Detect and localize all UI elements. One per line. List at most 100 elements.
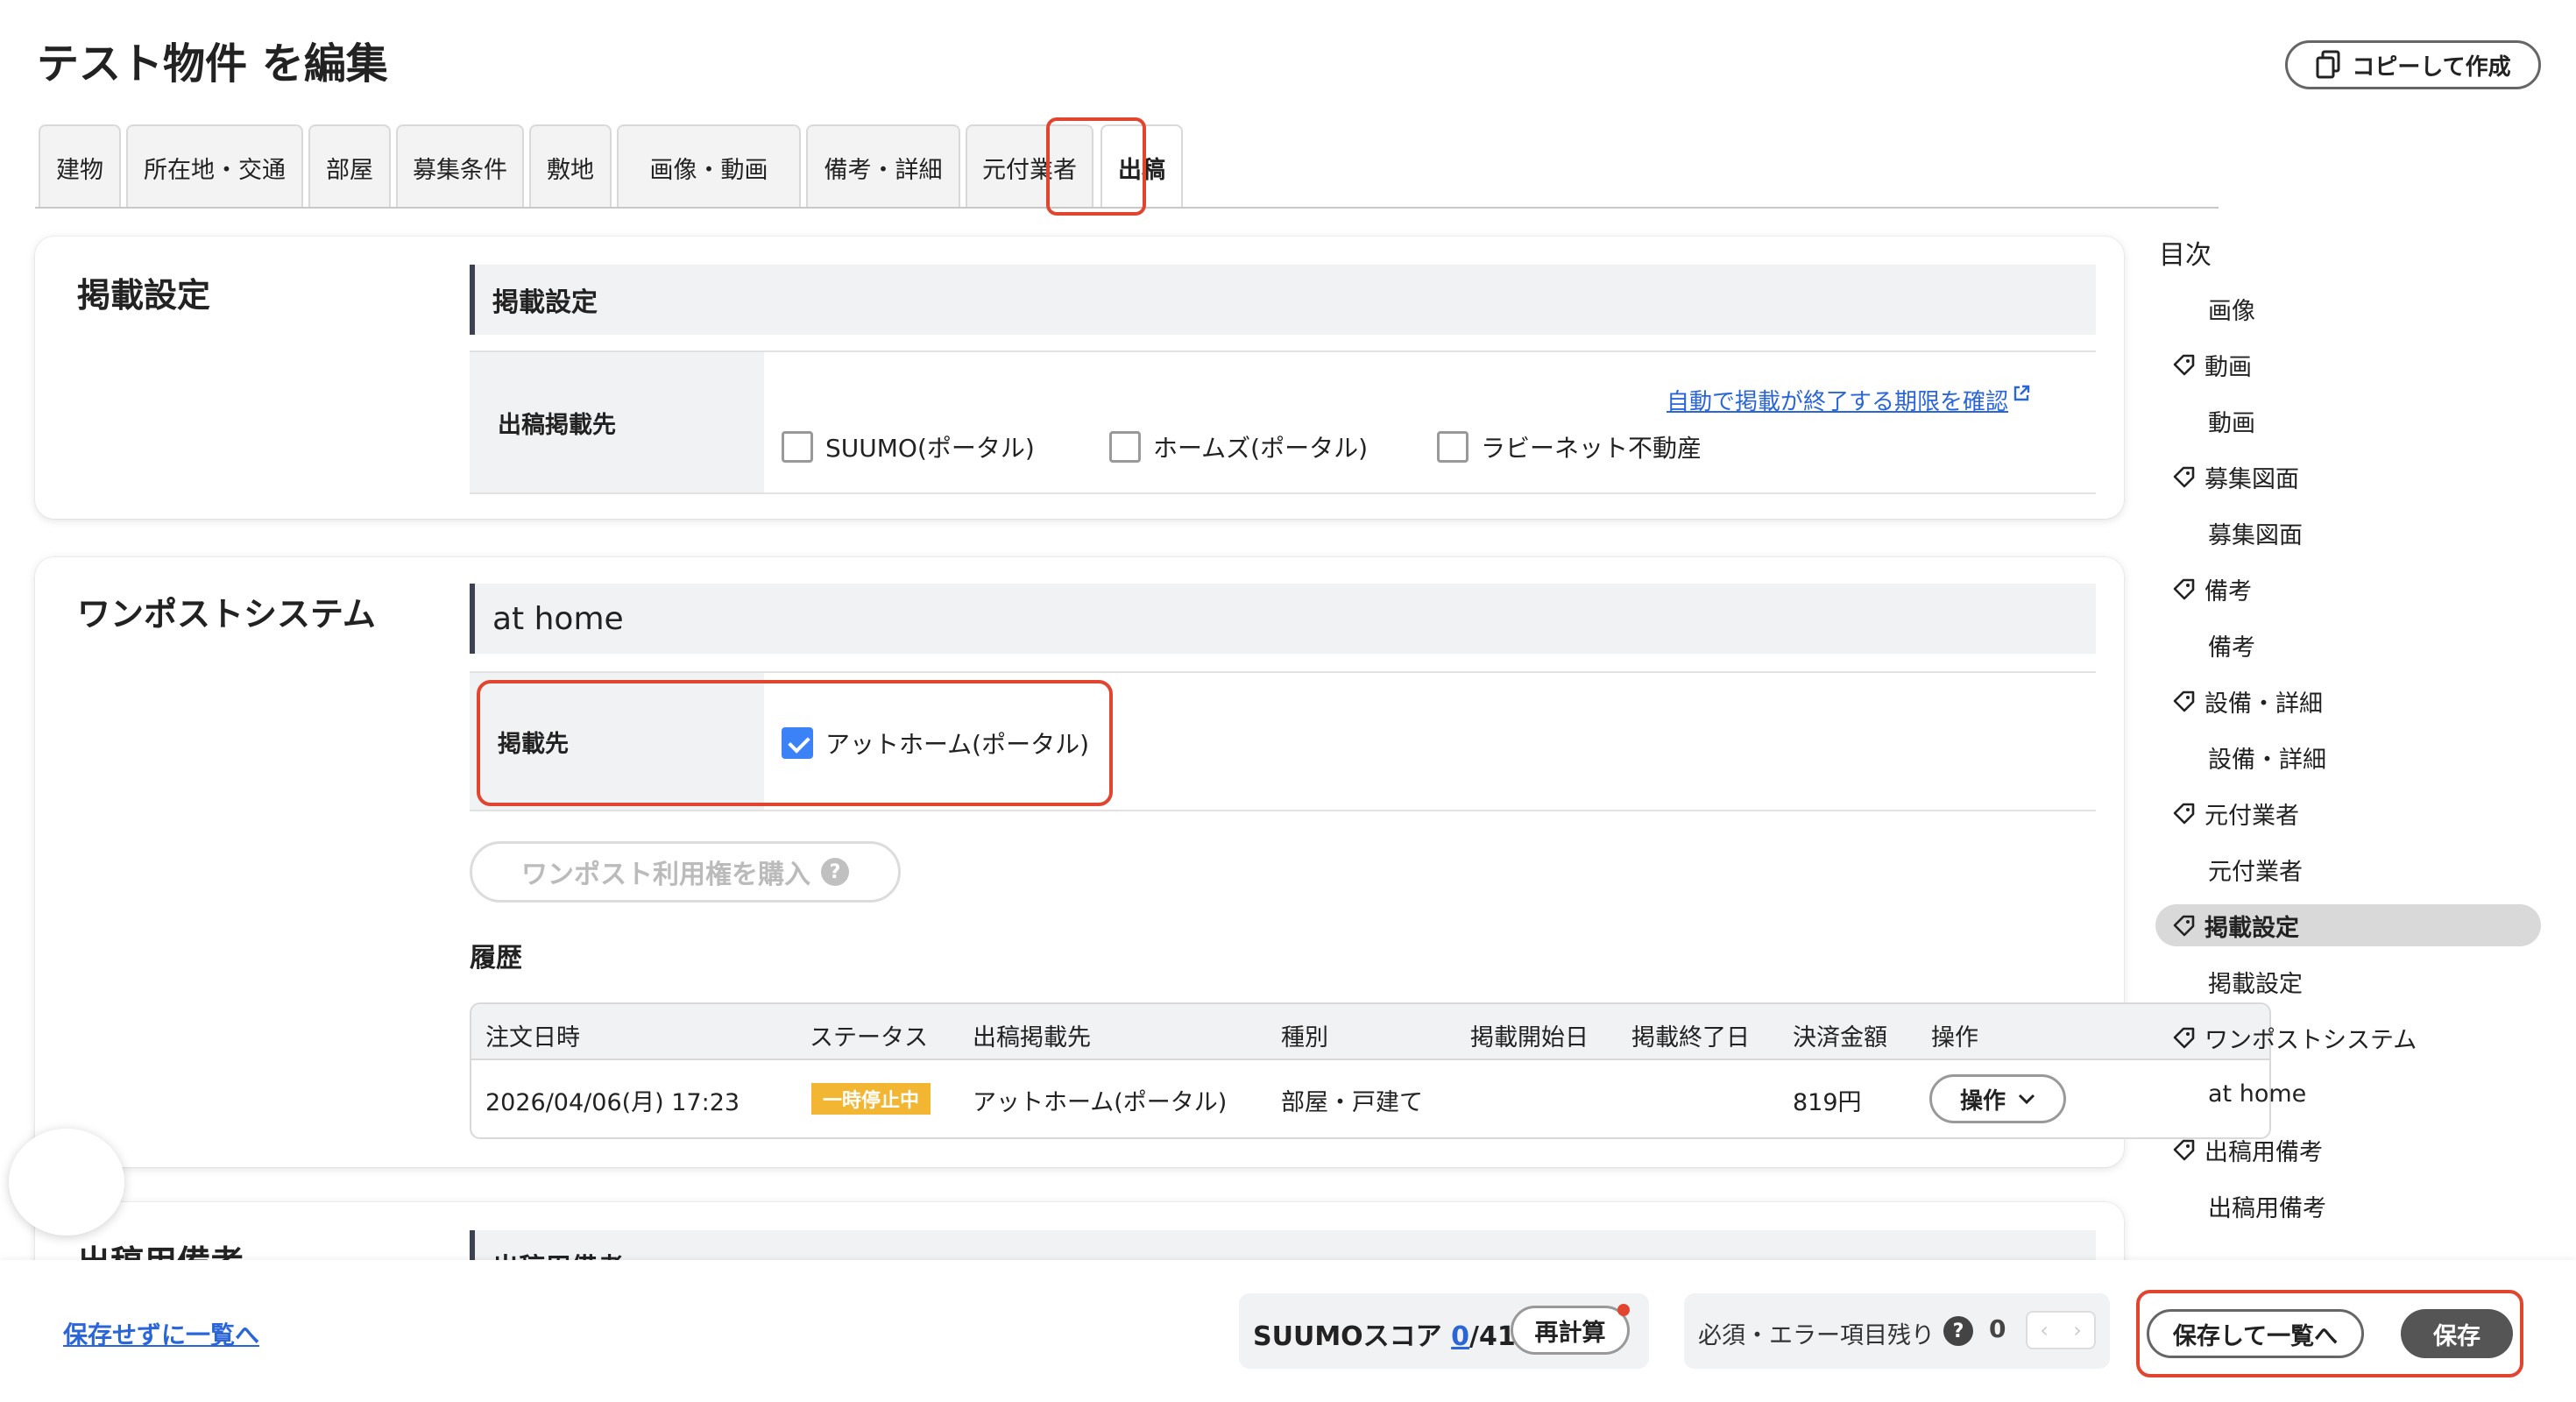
- toc-item-label: 設備・詳細: [2204, 690, 2323, 718]
- score-current[interactable]: 0: [1451, 1321, 1469, 1352]
- col-start: 掲載開始日: [1470, 1024, 1589, 1052]
- help-icon: ?: [821, 858, 849, 886]
- purchase-onepost-button[interactable]: ワンポスト利用権を購入 ?: [470, 841, 901, 903]
- toc-item[interactable]: 備考: [2155, 624, 2541, 666]
- toc-item[interactable]: 出稿用備考: [2155, 1185, 2541, 1227]
- tab-conditions[interactable]: 募集条件: [396, 124, 524, 209]
- athome-section-header: at home: [470, 584, 2096, 654]
- action-button-label: 操作: [1959, 1087, 2006, 1115]
- toc-item[interactable]: 設備・詳細: [2155, 736, 2541, 778]
- tag-icon: [2173, 803, 2195, 825]
- toc-item-label: 募集図面: [2208, 521, 2303, 549]
- toc-item-label: 設備・詳細: [2208, 746, 2326, 774]
- publish-destination-label: 出稿掲載先: [470, 352, 764, 492]
- purchase-button-label: ワンポスト利用権を購入: [521, 860, 810, 890]
- col-status: ステータス: [810, 1024, 928, 1052]
- rabbynet-option[interactable]: ラビーネット不動産: [1437, 429, 1702, 464]
- tag-icon: [2173, 690, 2195, 712]
- col-amount: 決済金額: [1793, 1024, 1887, 1052]
- toc-item[interactable]: 元付業者: [2155, 792, 2541, 834]
- tab-site[interactable]: 敷地: [529, 124, 612, 209]
- toc-heading: 目次: [2159, 240, 2212, 271]
- col-action: 操作: [1931, 1024, 1978, 1052]
- expiry-link-label: 自動で掲載が終了する期限を確認: [1667, 389, 2009, 415]
- expiry-check-link[interactable]: 自動で掲載が終了する期限を確認: [1667, 384, 2031, 416]
- listing-settings-title: 掲載設定: [77, 276, 211, 315]
- remaining-label: 必須・エラー項目残り: [1698, 1322, 1935, 1349]
- remaining-errors-box: 必須・エラー項目残り ? 0 ‹ ›: [1684, 1293, 2110, 1369]
- active-tab-highlight: [1046, 117, 1146, 216]
- listing-settings-card: 掲載設定 掲載設定 出稿掲載先 自動で掲載が終了する期限を確認 SUUMO(ポー…: [35, 237, 2124, 519]
- toc-item[interactable]: 募集図面: [2155, 512, 2541, 554]
- tab-location[interactable]: 所在地・交通: [126, 124, 303, 209]
- history-action-button[interactable]: 操作: [1929, 1074, 2066, 1123]
- toc-item-label: 画像: [2208, 297, 2255, 325]
- tag-icon: [2173, 1139, 2195, 1161]
- toc-item-label: 元付業者: [2208, 858, 2303, 886]
- tag-icon: [2173, 1027, 2195, 1049]
- history-table: 注文日時 ステータス 出稿掲載先 種別 掲載開始日 掲載終了日 決済金額 操作 …: [470, 1002, 2271, 1139]
- history-destination: アットホーム(ポータル): [973, 1089, 1228, 1116]
- rabbynet-checkbox[interactable]: [1437, 431, 1468, 463]
- prev-icon[interactable]: ‹: [2040, 1318, 2049, 1342]
- toc-item[interactable]: 出稿用備考: [2155, 1129, 2541, 1171]
- tab-remarks[interactable]: 備考・詳細: [806, 124, 960, 209]
- tab-media[interactable]: 画像・動画: [617, 124, 801, 209]
- back-to-list-link[interactable]: 保存せずに一覧へ: [63, 1316, 259, 1351]
- toc-item[interactable]: 掲載設定: [2155, 960, 2541, 1002]
- history-amount: 819円: [1793, 1089, 1862, 1116]
- toc-item-label: 掲載設定: [2208, 970, 2303, 998]
- homes-checkbox[interactable]: [1109, 431, 1141, 463]
- col-destination: 出稿掲載先: [973, 1024, 1091, 1052]
- col-type: 種別: [1281, 1024, 1328, 1052]
- save-button[interactable]: 保存: [2401, 1309, 2513, 1358]
- history-type: 部屋・戸建て: [1281, 1089, 1423, 1116]
- toc-item[interactable]: at home: [2155, 1073, 2541, 1115]
- homes-label: ホームズ(ポータル): [1153, 434, 1369, 463]
- history-title: 履歴: [470, 943, 522, 974]
- page-title: テスト物件 を編集: [37, 39, 388, 89]
- help-icon[interactable]: ?: [1943, 1316, 1973, 1346]
- recalculate-button[interactable]: 再計算: [1511, 1306, 1630, 1355]
- toc-item-label: 備考: [2204, 577, 2252, 605]
- toc-item[interactable]: ワンポストシステム: [2155, 1016, 2541, 1059]
- toc-item[interactable]: 備考: [2155, 568, 2541, 610]
- suumo-checkbox[interactable]: [782, 431, 813, 463]
- toc-item-label: 備考: [2208, 634, 2255, 662]
- floating-action-button[interactable]: [9, 1129, 124, 1236]
- toc-item[interactable]: 募集図面: [2155, 456, 2541, 498]
- copy-icon: [2316, 50, 2340, 79]
- toc-item[interactable]: 掲載設定: [2155, 904, 2541, 946]
- tab-building[interactable]: 建物: [39, 124, 121, 209]
- toc-item-label: at home: [2208, 1080, 2307, 1108]
- toc-item[interactable]: 元付業者: [2155, 848, 2541, 890]
- suumo-option[interactable]: SUUMO(ポータル): [782, 429, 1035, 464]
- tab-room[interactable]: 部屋: [308, 124, 391, 209]
- status-badge: 一時停止中: [811, 1083, 931, 1115]
- toc-item[interactable]: 設備・詳細: [2155, 680, 2541, 722]
- col-end: 掲載終了日: [1631, 1024, 1750, 1052]
- save-and-list-button[interactable]: 保存して一覧へ: [2147, 1309, 2364, 1358]
- error-nav: ‹ ›: [2026, 1311, 2096, 1349]
- suumo-score-box: SUUMOスコア 0/41 再計算: [1239, 1293, 1649, 1369]
- toc-item-label: 掲載設定: [2204, 914, 2299, 942]
- homes-option[interactable]: ホームズ(ポータル): [1109, 429, 1368, 464]
- score-label: SUUMOスコア: [1253, 1321, 1442, 1352]
- history-table-header: [471, 1004, 2269, 1060]
- copy-button-label: コピーして作成: [2352, 53, 2511, 81]
- chevron-down-icon: [2018, 1094, 2035, 1105]
- notification-dot: [1617, 1304, 1630, 1316]
- toc-item[interactable]: 画像: [2155, 287, 2541, 329]
- toc-item-label: ワンポストシステム: [2204, 1026, 2417, 1054]
- next-icon[interactable]: ›: [2073, 1318, 2082, 1342]
- external-link-icon: [2013, 385, 2030, 401]
- copy-and-create-button[interactable]: コピーして作成: [2285, 40, 2541, 89]
- tag-icon: [2173, 354, 2195, 376]
- toc-item-label: 出稿用備考: [2204, 1138, 2323, 1166]
- toc-item[interactable]: 動画: [2155, 343, 2541, 386]
- toc-item[interactable]: 動画: [2155, 400, 2541, 442]
- toc-item-label: 元付業者: [2204, 802, 2299, 830]
- toc-item-label: 募集図面: [2204, 465, 2299, 493]
- listing-settings-section-header: 掲載設定: [470, 265, 2096, 335]
- athome-row-highlight: [477, 680, 1113, 806]
